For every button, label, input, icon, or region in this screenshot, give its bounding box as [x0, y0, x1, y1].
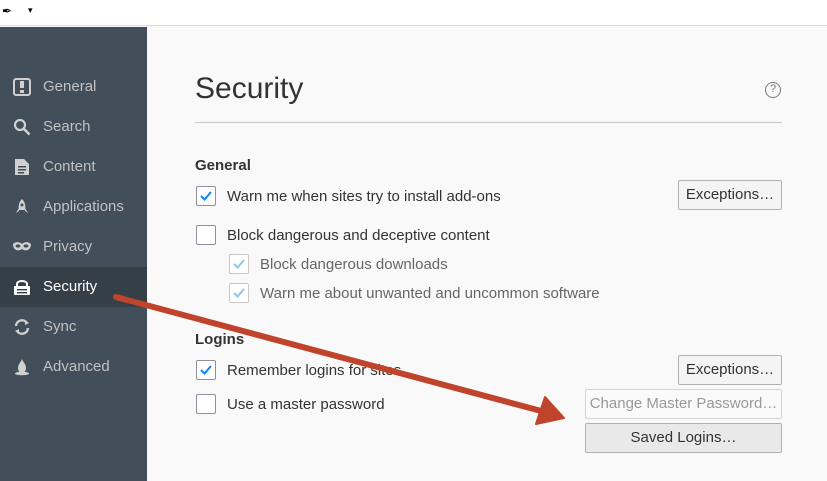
content-icon: [12, 157, 32, 177]
remember-logins-checkbox[interactable]: [196, 360, 216, 380]
checkmark-icon: [233, 288, 245, 298]
sidebar-item-label: Sync: [43, 318, 77, 335]
preferences-content: Security ? General Warn me when sites tr…: [147, 27, 827, 481]
checkmark-icon: [200, 191, 212, 201]
sidebar-item-label: Search: [43, 118, 91, 135]
sidebar-item-content[interactable]: Content: [0, 147, 147, 187]
change-master-password-button[interactable]: Change Master Password…: [585, 389, 782, 419]
security-lock-icon: [12, 277, 32, 297]
section-heading-general: General: [195, 157, 251, 174]
warn-addons-checkbox[interactable]: [196, 186, 216, 206]
window-top-strip: ✒ ▾: [0, 0, 827, 26]
logins-exceptions-button[interactable]: Exceptions…: [678, 355, 782, 385]
addons-exceptions-button[interactable]: Exceptions…: [678, 180, 782, 210]
sidebar-item-applications[interactable]: Applications: [0, 187, 147, 227]
sidebar-item-label: General: [43, 78, 97, 95]
sidebar-item-label: Applications: [43, 198, 124, 215]
sidebar-item-security[interactable]: Security: [0, 267, 147, 307]
help-icon[interactable]: ?: [765, 82, 781, 98]
sidebar: General Search Content Applications Priv…: [0, 27, 147, 481]
sync-icon: [12, 317, 32, 337]
block-downloads-checkbox[interactable]: [229, 254, 249, 274]
search-icon: [12, 117, 32, 137]
master-password-label: Use a master password: [227, 396, 385, 413]
sidebar-item-label: Content: [43, 158, 96, 175]
sidebar-item-privacy[interactable]: Privacy: [0, 227, 147, 267]
privacy-mask-icon: [12, 237, 32, 257]
advanced-icon: [12, 357, 32, 377]
block-dangerous-label: Block dangerous and deceptive content: [227, 227, 490, 244]
general-icon: [12, 77, 32, 97]
applications-icon: [12, 197, 32, 217]
checkmark-icon: [233, 259, 245, 269]
master-password-checkbox[interactable]: [196, 394, 216, 414]
warn-addons-label: Warn me when sites try to install add-on…: [227, 188, 501, 205]
sidebar-item-general[interactable]: General: [0, 67, 147, 107]
warn-unwanted-label: Warn me about unwanted and uncommon soft…: [260, 285, 600, 302]
sidebar-item-advanced[interactable]: Advanced: [0, 347, 147, 387]
chevron-down-icon[interactable]: ▾: [28, 5, 33, 16]
sidebar-item-label: Security: [43, 278, 98, 295]
section-heading-logins: Logins: [195, 331, 245, 348]
warn-unwanted-checkbox[interactable]: [229, 283, 249, 303]
remember-logins-label: Remember logins for sites: [227, 362, 402, 379]
sidebar-item-search[interactable]: Search: [0, 107, 147, 147]
checkmark-icon: [200, 365, 212, 375]
block-dangerous-checkbox[interactable]: [196, 225, 216, 245]
block-downloads-label: Block dangerous downloads: [260, 256, 448, 273]
sidebar-item-sync[interactable]: Sync: [0, 307, 147, 347]
pin-icon[interactable]: ✒: [2, 4, 12, 18]
sidebar-item-label: Privacy: [43, 238, 93, 255]
page-title: Security: [195, 72, 304, 105]
title-divider: [195, 122, 782, 123]
sidebar-item-label: Advanced: [43, 358, 110, 375]
saved-logins-button[interactable]: Saved Logins…: [585, 423, 782, 453]
